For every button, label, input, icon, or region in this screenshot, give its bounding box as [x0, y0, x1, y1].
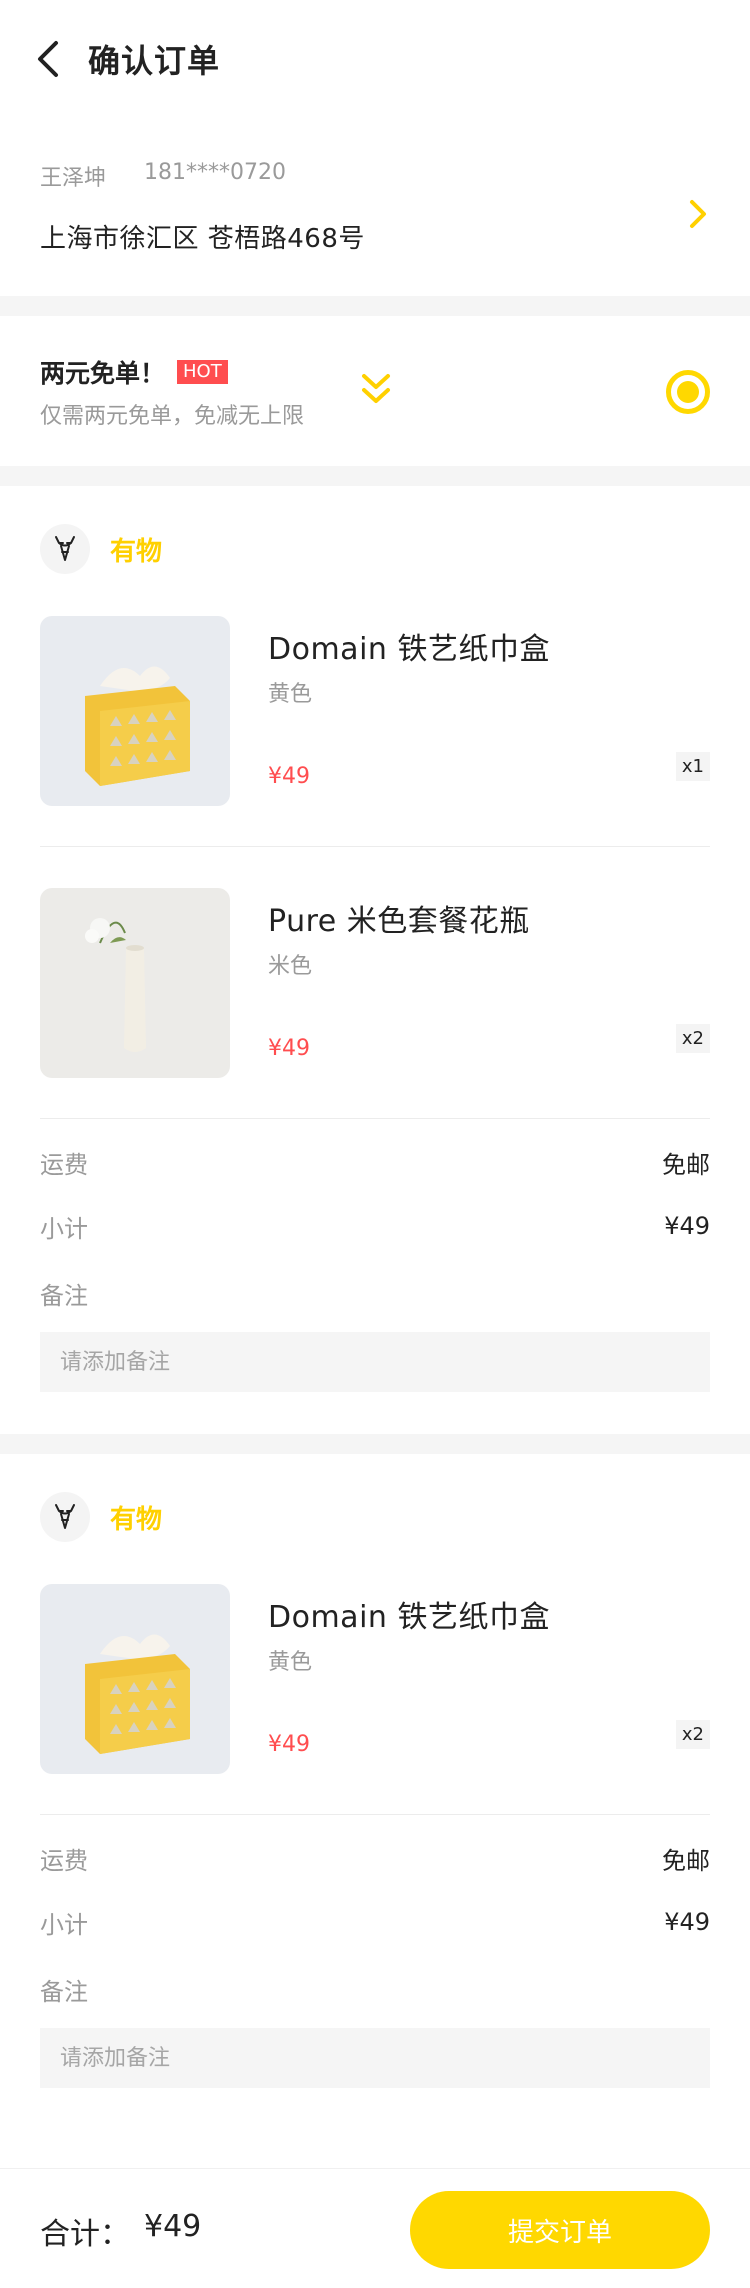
promo-subtitle: 仅需两元免单，免减无上限: [40, 404, 305, 429]
product-title: Domain 铁艺纸巾盒: [268, 1600, 550, 1635]
radio-dot: [677, 381, 699, 403]
checkout-bar: 合计： ¥49 提交订单: [0, 2168, 750, 2288]
product-quantity: x2: [675, 1720, 710, 1749]
address-card[interactable]: 王泽坤 181****0720 上海市徐汇区 苍梧路468号: [40, 160, 710, 270]
chevron-right-icon[interactable]: [686, 196, 710, 232]
remark-input[interactable]: [40, 2028, 710, 2088]
chevron-left-icon[interactable]: [36, 39, 66, 79]
remark-input[interactable]: [40, 1332, 710, 1392]
total-value: ¥49: [144, 2209, 202, 2244]
recipient-name: 王泽坤: [40, 166, 107, 191]
subtotal-value: ¥49: [664, 1908, 710, 1936]
hot-badge: HOT: [177, 360, 228, 384]
subtotal-row: 小计 ¥49: [40, 1904, 710, 1940]
store-header[interactable]: 有物: [40, 1492, 162, 1542]
list-item[interactable]: Pure 米色套餐花瓶 米色 ¥49 x2: [40, 888, 710, 1078]
store-name: 有物: [110, 536, 163, 567]
shipping-row: 运费 免邮: [40, 1144, 710, 1180]
product-variant: 米色: [268, 954, 313, 979]
submit-order-button[interactable]: 提交订单: [410, 2191, 710, 2269]
product-image: [40, 888, 230, 1078]
subtotal-label: 小计: [40, 1214, 88, 1243]
shipping-row: 运费 免邮: [40, 1840, 710, 1876]
product-price: ¥49: [268, 1036, 310, 1061]
product-image: [40, 616, 230, 806]
list-item[interactable]: Domain 铁艺纸巾盒 黄色 ¥49 x2: [40, 1584, 710, 1774]
deer-icon: [40, 1492, 90, 1542]
promo-radio[interactable]: [666, 370, 710, 414]
header: 确认订单: [0, 0, 750, 118]
remark-label: 备注: [40, 1978, 88, 2006]
product-quantity: x1: [675, 752, 710, 781]
product-price: ¥49: [268, 1732, 310, 1757]
order-block: 有物 Domain 铁艺纸巾盒 黄色 ¥49 x1 Pure 米色套餐花瓶 米色…: [0, 486, 750, 1434]
section-divider: [0, 1434, 750, 1454]
divider: [40, 846, 710, 847]
divider: [40, 1118, 710, 1119]
product-variant: 黄色: [268, 1650, 313, 1675]
double-chevron-down-icon[interactable]: [360, 372, 392, 408]
product-quantity: x2: [675, 1024, 710, 1053]
remark-label: 备注: [40, 1282, 88, 1310]
section-divider: [0, 466, 750, 486]
subtotal-label: 小计: [40, 1910, 88, 1939]
total-label: 合计：: [40, 2217, 130, 2252]
promo-row[interactable]: 两元免单！ HOT 仅需两元免单，免减无上限: [0, 316, 750, 466]
list-item[interactable]: Domain 铁艺纸巾盒 黄色 ¥49 x1: [40, 616, 710, 806]
divider: [40, 1814, 710, 1815]
store-name: 有物: [110, 1504, 163, 1535]
shipping-label: 运费: [40, 1846, 88, 1875]
product-price: ¥49: [268, 764, 310, 789]
subtotal-value: ¥49: [664, 1212, 710, 1240]
shipping-label: 运费: [40, 1150, 88, 1179]
page-title: 确认订单: [88, 42, 221, 80]
shipping-value: 免邮: [662, 1150, 710, 1179]
shipping-value: 免邮: [662, 1846, 710, 1875]
store-header[interactable]: 有物: [40, 524, 162, 574]
product-title: Domain 铁艺纸巾盒: [268, 632, 550, 667]
promo-title: 两元免单！: [40, 359, 166, 388]
product-title: Pure 米色套餐花瓶: [268, 904, 530, 939]
order-block: 有物 Domain 铁艺纸巾盒 黄色 ¥49 x2 运费 免邮 小计 ¥49 备…: [0, 1454, 750, 2154]
section-divider: [0, 296, 750, 316]
address-detail: 上海市徐汇区 苍梧路468号: [40, 224, 365, 254]
subtotal-row: 小计 ¥49: [40, 1208, 710, 1244]
product-variant: 黄色: [268, 682, 313, 707]
product-image: [40, 1584, 230, 1774]
recipient-phone: 181****0720: [144, 160, 286, 185]
deer-icon: [40, 524, 90, 574]
